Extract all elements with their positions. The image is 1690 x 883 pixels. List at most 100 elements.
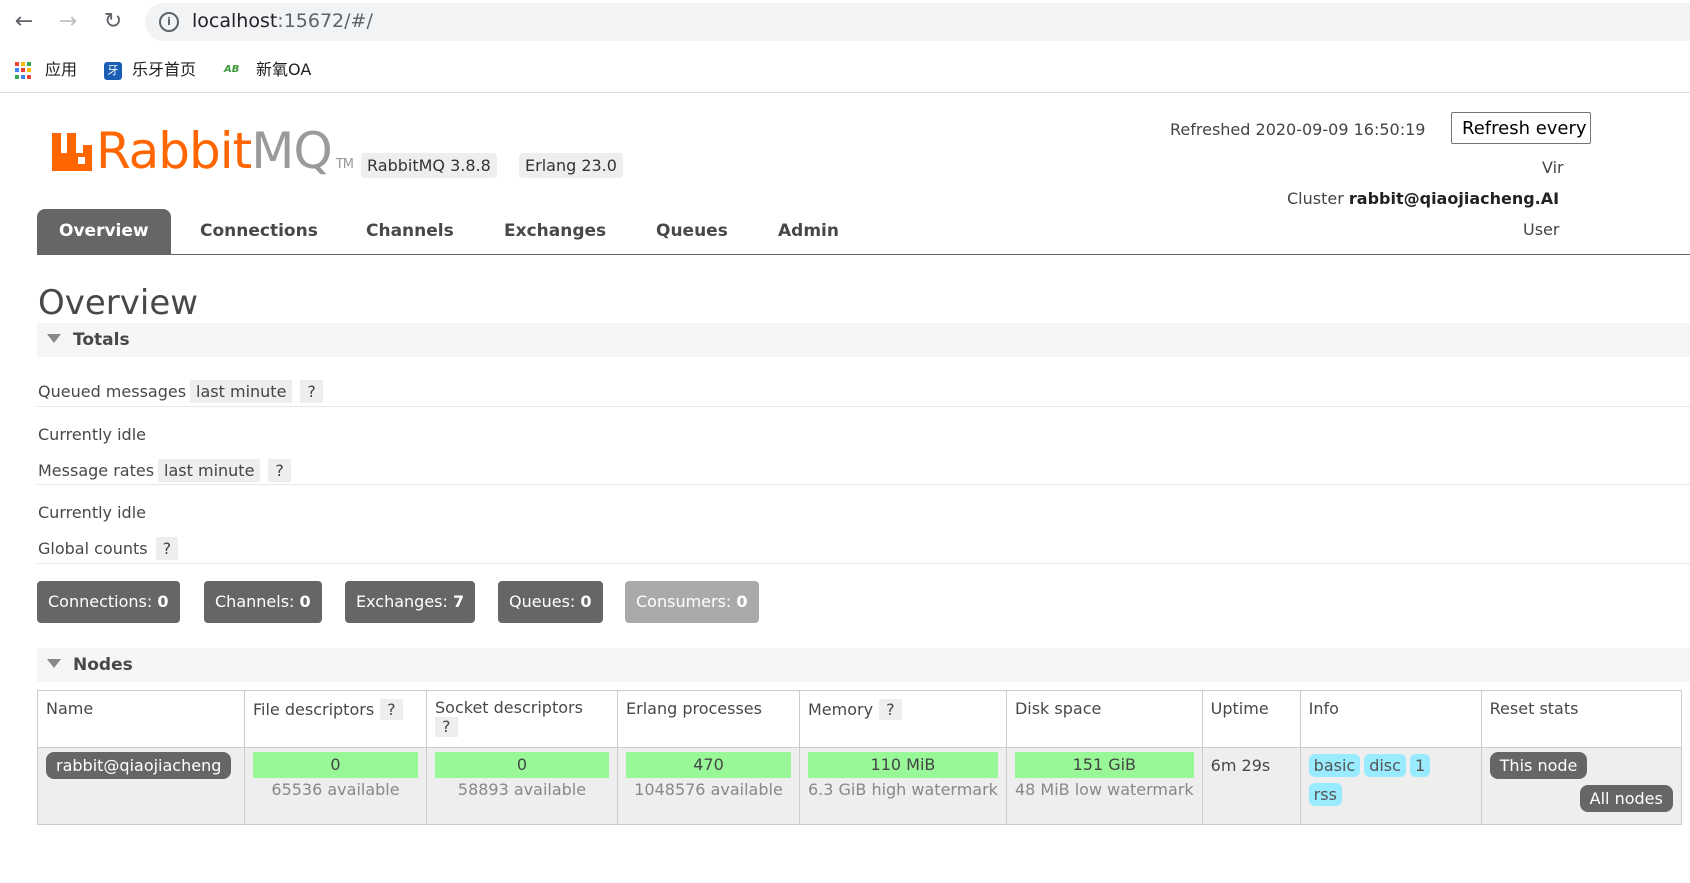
bookmark-apps[interactable]: 应用 (15, 56, 77, 80)
refresh-interval-select[interactable]: Refresh every 5 seconds (1451, 112, 1591, 144)
connections-count-button[interactable]: Connections: 0 (37, 581, 180, 623)
cluster-label: Cluster (1287, 189, 1344, 208)
file-descriptors-bar: 0 (253, 752, 418, 778)
bookmark-xinyang-oa[interactable]: AB 新氧OA (224, 56, 311, 80)
consumers-count-button[interactable]: Consumers: 0 (625, 581, 759, 623)
channels-count-button[interactable]: Channels: 0 (204, 581, 322, 623)
tab-connections[interactable]: Connections (178, 209, 340, 254)
info-badge-basic[interactable]: basic (1308, 754, 1361, 777)
disk-space-bar: 151 GiB (1014, 752, 1194, 778)
rabbitmq-logo-icon (52, 133, 92, 171)
bookmark-label: 乐牙首页 (132, 60, 197, 79)
count-label: Exchanges: (356, 592, 448, 611)
logo-tm-text: TM (335, 157, 354, 172)
info-badge-rss[interactable]: rss (1308, 783, 1342, 806)
help-icon[interactable]: ? (380, 699, 403, 720)
reset-this-node-button[interactable]: This node (1489, 752, 1588, 779)
count-value: 7 (453, 592, 465, 611)
node-name-link[interactable]: rabbit@qiaojiacheng (46, 752, 232, 779)
tab-admin[interactable]: Admin (756, 209, 861, 254)
column-header-uptime: Uptime (1201, 690, 1301, 748)
browser-toolbar: ← → ↻ i localhost:15672/#/ (0, 0, 1690, 44)
nodes-table: Name File descriptors? Socket descriptor… (37, 690, 1682, 825)
count-value: 0 (736, 592, 748, 611)
disk-watermark: 48 MiB low watermark (1014, 780, 1194, 799)
message-rates-label: Message rates (38, 461, 155, 480)
help-icon[interactable]: ? (435, 717, 458, 737)
help-icon[interactable]: ? (879, 699, 902, 720)
tab-exchanges[interactable]: Exchanges (482, 209, 628, 254)
count-value: 0 (580, 592, 592, 611)
count-value: 0 (157, 592, 169, 611)
totals-section-header[interactable]: Totals (37, 323, 1690, 357)
bookmark-label: 新氧OA (256, 60, 312, 79)
tab-queues[interactable]: Queues (634, 209, 750, 254)
queued-status: Currently idle (38, 425, 146, 444)
bookmarks-bar: 应用 牙乐牙首页 AB 新氧OA (0, 50, 1690, 86)
rabbitmq-version-badge: RabbitMQ 3.8.8 (361, 153, 497, 178)
queues-count-button[interactable]: Queues: 0 (498, 581, 603, 623)
totals-heading: Totals (73, 330, 130, 350)
apps-grid-icon (15, 61, 33, 80)
column-header-info: Info (1299, 690, 1482, 748)
memory-watermark: 6.3 GiB high watermark (808, 780, 998, 799)
logo-mq-text: MQ (251, 122, 332, 180)
table-row: rabbit@qiaojiacheng 0 65536 available 0 … (37, 747, 1682, 825)
divider (37, 406, 1690, 407)
nodes-section-header[interactable]: Nodes (37, 648, 1690, 682)
column-header-reset-stats: Reset stats (1480, 690, 1682, 748)
erlang-processes-bar: 470 (626, 752, 791, 778)
memory-cell: 110 MiB 6.3 GiB high watermark (799, 747, 1007, 825)
url-path: :15672/#/ (277, 10, 373, 32)
socket-descriptors-cell: 0 58893 available (426, 747, 618, 825)
message-rates-row: Message rates last minute? (38, 459, 291, 482)
info-cell: basic disc 1 rss (1299, 747, 1482, 825)
url-text: localhost:15672/#/ (192, 10, 373, 32)
forward-arrow-icon[interactable]: → (54, 8, 82, 36)
uptime-cell: 6m 29s (1201, 747, 1301, 825)
virtual-host-label: Vir (1542, 158, 1564, 177)
cluster-info: Cluster rabbit@qiaojiacheng.AI (1287, 189, 1559, 208)
divider (37, 563, 1690, 564)
uptime-value: 6m 29s (1210, 756, 1271, 775)
help-icon[interactable]: ? (300, 380, 323, 403)
tab-channels[interactable]: Channels (344, 209, 476, 254)
back-arrow-icon[interactable]: ← (10, 8, 38, 36)
help-icon[interactable]: ? (268, 459, 291, 482)
page-title: Overview (38, 283, 199, 323)
address-bar[interactable]: i localhost:15672/#/ (145, 3, 1690, 41)
column-label: Erlang processes (626, 699, 762, 718)
erlang-version-badge: Erlang 23.0 (519, 153, 623, 178)
help-icon[interactable]: ? (155, 537, 179, 560)
column-header-file-descriptors: File descriptors? (244, 690, 427, 748)
logo-rabbit-text: Rabbit (96, 122, 252, 180)
toolbar-divider (0, 92, 1690, 93)
queued-range-selector[interactable]: last minute (190, 380, 293, 403)
tab-overview[interactable]: Overview (37, 209, 171, 254)
erlang-processes-cell: 470 1048576 available (617, 747, 800, 825)
info-badge-disc[interactable]: disc (1364, 754, 1406, 777)
collapse-triangle-icon (47, 658, 61, 668)
site-info-icon[interactable]: i (159, 12, 179, 32)
info-badge-count[interactable]: 1 (1409, 754, 1431, 777)
count-label: Consumers: (636, 592, 732, 611)
socket-descriptors-bar: 0 (435, 752, 609, 778)
reset-all-nodes-button[interactable]: All nodes (1579, 785, 1673, 812)
reset-stats-cell: This node All nodes (1480, 747, 1682, 825)
column-label: Memory (808, 700, 874, 719)
column-header-memory: Memory? (799, 690, 1007, 748)
column-label: Info (1308, 699, 1339, 718)
refreshed-timestamp: Refreshed 2020-09-09 16:50:19 (1170, 120, 1426, 139)
logo-wordmark: RabbitMQ TM (96, 122, 354, 180)
reload-icon[interactable]: ↻ (99, 8, 127, 36)
global-counts-label: Global counts (38, 539, 148, 558)
bookmark-leya[interactable]: 牙乐牙首页 (104, 56, 196, 80)
column-label: Socket descriptors (435, 698, 583, 717)
column-label: Reset stats (1489, 699, 1579, 718)
bookmark-label: 应用 (45, 60, 78, 79)
url-host: localhost (192, 10, 278, 32)
global-counts-row: Global counts? (38, 537, 179, 560)
rates-range-selector[interactable]: last minute (158, 459, 261, 482)
exchanges-count-button[interactable]: Exchanges: 7 (345, 581, 476, 623)
queued-messages-row: Queued messages last minute? (38, 380, 323, 403)
